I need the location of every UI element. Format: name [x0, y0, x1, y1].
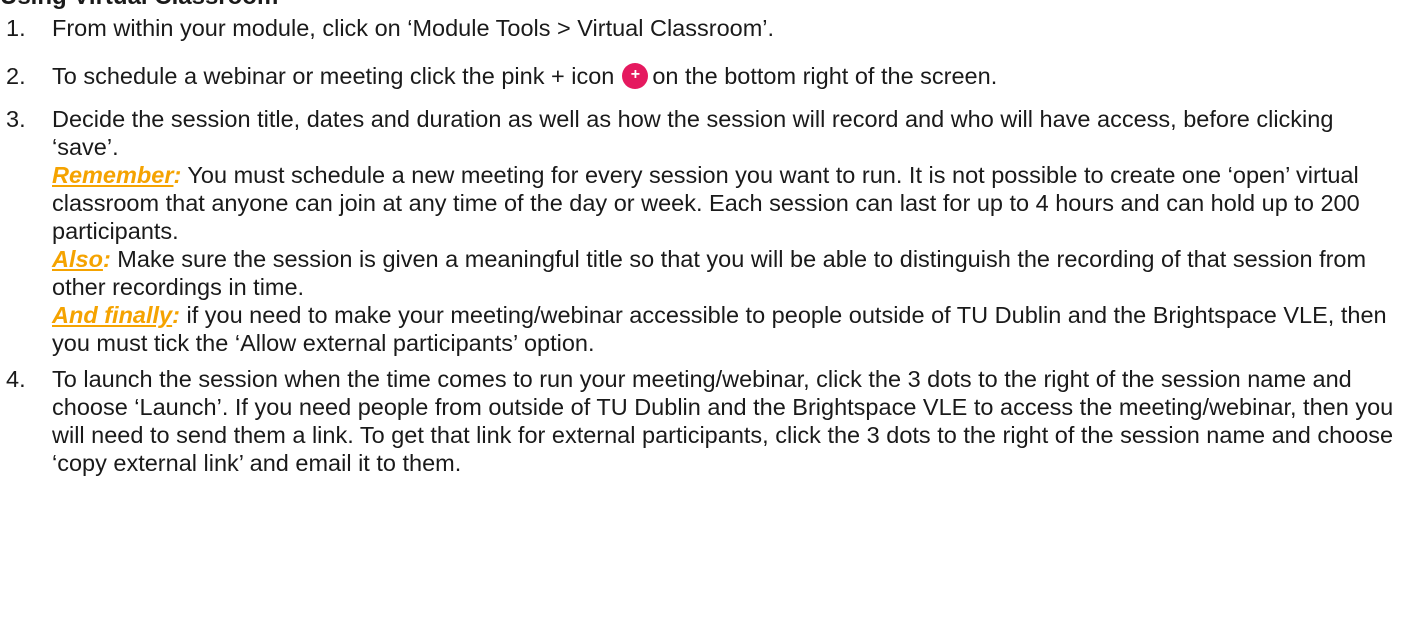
- note-label: Remember: [52, 162, 174, 188]
- step-number: 2.: [6, 63, 26, 89]
- step-text: To launch the session when the time come…: [52, 366, 1394, 476]
- step-text: Decide the session title, dates and dura…: [52, 106, 1334, 160]
- note-colon: :: [102, 246, 111, 272]
- section-heading: Using Virtual Classroom: [0, 0, 278, 11]
- note-label: Also: [52, 246, 103, 272]
- step-text: From within your module, click on ‘Modul…: [52, 15, 775, 41]
- note-label: And finally: [52, 302, 173, 328]
- step-1: 1. From within your module, click on ‘Mo…: [0, 14, 1405, 42]
- note-text: if you need to make your meeting/webinar…: [52, 302, 1387, 356]
- note-also: Also: Make sure the session is given a m…: [52, 245, 1405, 301]
- step-text: To schedule a webinar or meeting click t…: [52, 63, 615, 89]
- step-3: 3. Decide the session title, dates and d…: [0, 105, 1405, 357]
- step-text-after-icon: on the bottom right of the screen.: [652, 63, 998, 89]
- note-text: Make sure the session is given a meaning…: [52, 246, 1367, 300]
- step-2: 2. To schedule a webinar or meeting clic…: [0, 62, 1405, 95]
- step-4: 4. To launch the session when the time c…: [0, 365, 1405, 477]
- step-number: 3.: [6, 106, 26, 132]
- pink-plus-icon: +: [622, 63, 649, 89]
- note-remember: Remember: You must schedule a new meetin…: [52, 161, 1405, 245]
- step-number: 4.: [6, 366, 26, 392]
- instruction-list: 1. From within your module, click on ‘Mo…: [0, 14, 1405, 477]
- note-and-finally: And finally: if you need to make your me…: [52, 301, 1405, 357]
- step-number: 1.: [6, 15, 26, 41]
- note-text: You must schedule a new meeting for ever…: [52, 162, 1360, 244]
- note-colon: :: [172, 302, 180, 328]
